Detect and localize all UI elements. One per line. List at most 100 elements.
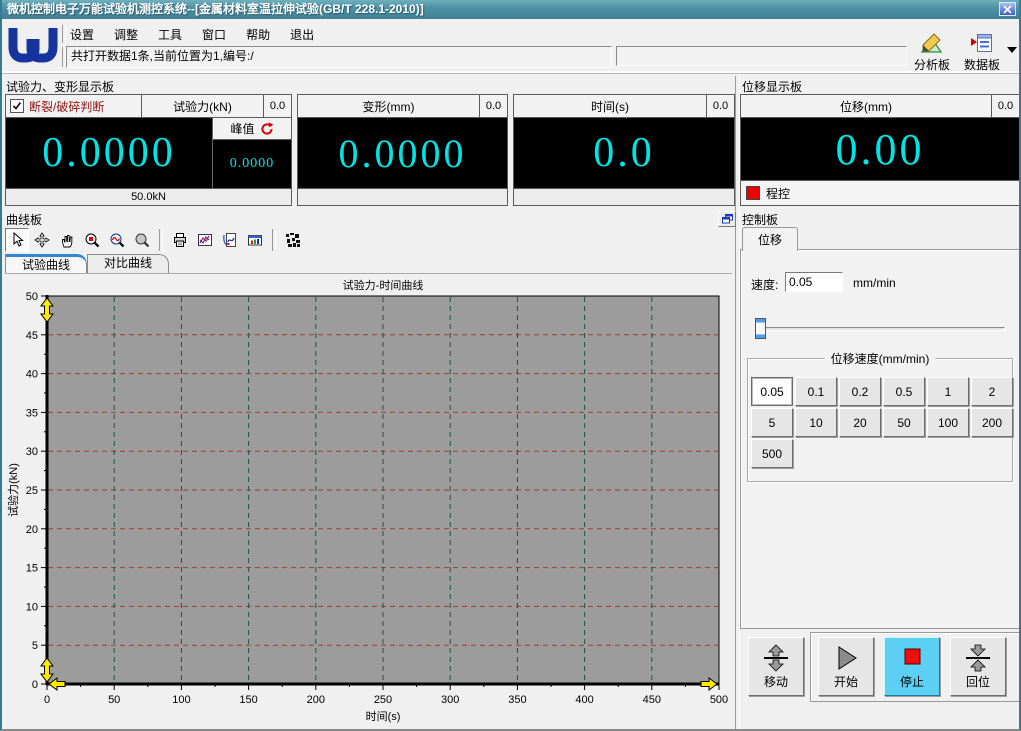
- svg-text:20: 20: [26, 524, 38, 536]
- peak-label: 峰值: [230, 120, 254, 137]
- speed-option-button[interactable]: 500: [751, 439, 793, 468]
- speed-slider-handle[interactable]: [755, 318, 766, 339]
- analysis-panel-button[interactable]: 分析板: [908, 32, 956, 74]
- data-panel-tool-button[interactable]: [243, 228, 267, 252]
- peak-bar: 峰值: [213, 118, 291, 140]
- data-panel-icon: [970, 33, 994, 55]
- barcode-icon: [285, 232, 301, 248]
- displacement-display-panel: 位移(mm) 0.0 0.00 程控: [740, 94, 1020, 206]
- speed-option-button[interactable]: 2: [971, 377, 1013, 406]
- speed-slider-track[interactable]: [755, 327, 1005, 331]
- zoom-box-icon: [84, 232, 100, 248]
- time-name: 时间(s): [514, 95, 706, 117]
- svg-text:0: 0: [44, 694, 50, 706]
- break-judge-checkbox[interactable]: [10, 99, 24, 113]
- data-panel-button[interactable]: 数据板: [958, 32, 1006, 74]
- tab-compare-curve[interactable]: 对比曲线: [87, 254, 169, 273]
- speed-preset-group-title: 位移速度(mm/min): [825, 350, 936, 367]
- window-title: 微机控制电子万能试验机测控系统--[金属材料室温拉伸试验(GB/T 228.1-…: [7, 2, 424, 16]
- hand-tool-button[interactable]: [55, 228, 79, 252]
- displacement-value: 0.00: [741, 118, 1019, 180]
- menu-item-adjust[interactable]: 调整: [112, 25, 140, 44]
- speed-unit: mm/min: [853, 276, 896, 290]
- hand-icon: [59, 232, 75, 248]
- force-name: 试验力(kN): [142, 95, 263, 117]
- speed-slider: [755, 318, 1005, 339]
- deformation-rate: 0.0: [479, 95, 507, 117]
- displacement-mode-bar: 程控: [741, 180, 1019, 205]
- svg-text:35: 35: [26, 407, 38, 419]
- move-button-label: 移动: [764, 673, 788, 690]
- break-judge-label: 断裂/破碎判断: [29, 98, 104, 115]
- speed-option-button[interactable]: 10: [795, 408, 837, 437]
- menu-item-window[interactable]: 窗口: [200, 25, 228, 44]
- curve-board-restore-button[interactable]: [718, 211, 736, 227]
- menu-item-tools[interactable]: 工具: [156, 25, 184, 44]
- titlebar: 微机控制电子万能试验机测控系统--[金属材料室温拉伸试验(GB/T 228.1-…: [2, 0, 1019, 19]
- time-footer: [514, 188, 734, 205]
- speed-option-button[interactable]: 0.5: [883, 377, 925, 406]
- time-value: 0.0: [514, 118, 734, 188]
- svg-text:45: 45: [26, 330, 38, 342]
- toolbar-dropdown-icon[interactable]: [1007, 47, 1017, 53]
- display-board-title: 试验力、变形显示板: [6, 78, 114, 95]
- cursor-icon: [9, 232, 25, 248]
- svg-text:400: 400: [575, 694, 593, 706]
- svg-text:100: 100: [172, 694, 190, 706]
- zoom-box-tool-button[interactable]: [80, 228, 104, 252]
- svg-text:30: 30: [26, 446, 38, 458]
- menu-item-exit[interactable]: 退出: [288, 25, 316, 44]
- speed-option-button[interactable]: 200: [971, 408, 1013, 437]
- force-range-label: 50.0kN: [6, 188, 291, 205]
- displacement-name: 位移(mm): [741, 95, 991, 117]
- speed-option-button[interactable]: 100: [927, 408, 969, 437]
- speed-option-button[interactable]: 5: [751, 408, 793, 437]
- zoom-out-tool-button[interactable]: [130, 228, 154, 252]
- stop-button[interactable]: 停止: [884, 637, 940, 696]
- svg-text:时间(s): 时间(s): [366, 710, 401, 723]
- menu-item-help[interactable]: 帮助: [244, 25, 272, 44]
- play-icon: [831, 644, 861, 672]
- force-display-panel: 断裂/破碎判断 试验力(kN) 0.0 0.0000 峰值 0.0000 50.…: [5, 94, 292, 206]
- zoom-curve-tool-button[interactable]: [105, 228, 129, 252]
- return-arrows-icon: [963, 644, 993, 672]
- speed-option-button[interactable]: 0.1: [795, 377, 837, 406]
- speed-option-button[interactable]: 0.05: [751, 377, 793, 406]
- zoom-curve-icon: [109, 232, 125, 248]
- export-curve-icon: [222, 232, 238, 248]
- peak-reset-icon[interactable]: [260, 122, 274, 136]
- deformation-value: 0.0000: [298, 118, 507, 188]
- start-button-label: 开始: [834, 673, 858, 690]
- start-button[interactable]: 开始: [818, 637, 874, 696]
- print-button[interactable]: [168, 228, 192, 252]
- toolbar-separator: [272, 229, 276, 251]
- barcode-tool-button[interactable]: [281, 228, 305, 252]
- curve-toolbar: [5, 226, 305, 254]
- tab-test-curve[interactable]: 试验曲线: [5, 254, 87, 273]
- control-tab-displacement[interactable]: 位移: [742, 227, 798, 251]
- break-judge-cell: 断裂/破碎判断: [6, 95, 142, 117]
- home-button[interactable]: 回位: [950, 637, 1006, 696]
- speed-option-button[interactable]: 20: [839, 408, 881, 437]
- menu-item-settings[interactable]: 设置: [68, 25, 96, 44]
- close-icon: [1003, 5, 1012, 14]
- zoom-out-icon: [134, 232, 150, 248]
- pan-tool-button[interactable]: [30, 228, 54, 252]
- menu-toolbar-area: 设置 调整 工具 窗口 帮助 退出 共打开数据1条,当前位置为1,编号:/ 分析…: [2, 19, 1019, 74]
- close-button[interactable]: [999, 2, 1016, 16]
- stop-button-label: 停止: [900, 673, 924, 690]
- checkmark-icon: [12, 101, 22, 111]
- speed-option-button[interactable]: 1: [927, 377, 969, 406]
- chart-area: 试验力-时间曲线05101520253035404550050100150200…: [5, 273, 732, 730]
- time-display-panel: 时间(s) 0.0 0.0: [513, 94, 735, 206]
- svg-text:试验力-时间曲线: 试验力-时间曲线: [343, 278, 424, 292]
- move-button[interactable]: 移动: [748, 637, 804, 696]
- cursor-tool-button[interactable]: [5, 228, 29, 252]
- speed-option-button[interactable]: 50: [883, 408, 925, 437]
- curve-chart-button[interactable]: [193, 228, 217, 252]
- svg-text:300: 300: [441, 694, 459, 706]
- peak-value: 0.0000: [213, 140, 291, 188]
- speed-option-button[interactable]: 0.2: [839, 377, 881, 406]
- speed-input[interactable]: [785, 272, 843, 292]
- export-curve-button[interactable]: [218, 228, 242, 252]
